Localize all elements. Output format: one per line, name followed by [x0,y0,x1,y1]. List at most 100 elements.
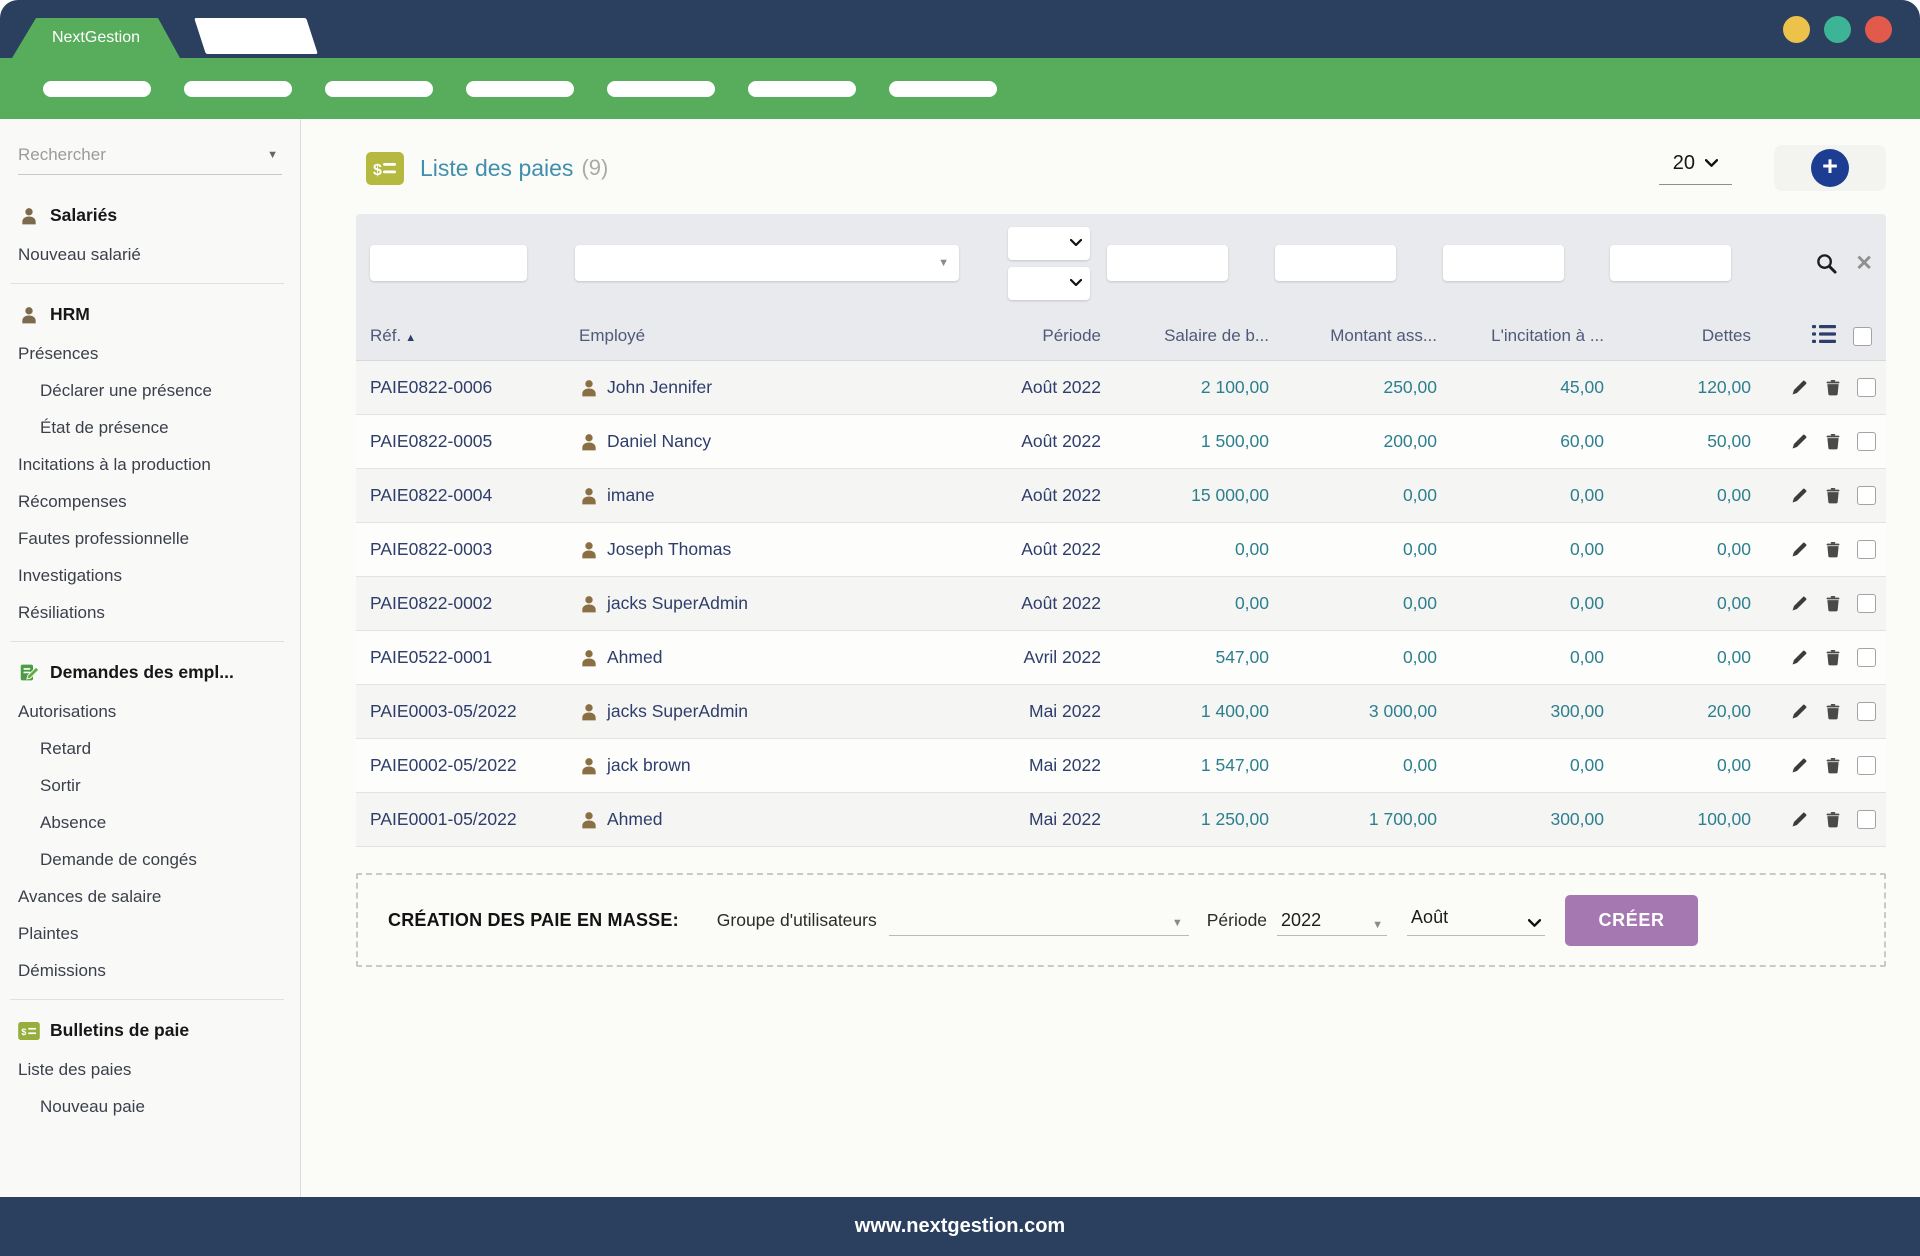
employee-cell[interactable]: Daniel Nancy [573,431,965,452]
delete-icon[interactable] [1824,594,1842,613]
edit-icon[interactable] [1790,756,1809,775]
sidebar-item-etat-de-presence[interactable]: État de présence [0,409,300,446]
employee-cell[interactable]: imane [573,485,965,506]
row-checkbox[interactable] [1857,702,1876,721]
create-button[interactable]: CRÉER [1565,894,1699,946]
nav-pill-4[interactable] [466,80,574,97]
delete-icon[interactable] [1824,810,1842,829]
sidebar-section-demandes-des-empl[interactable]: Demandes des empl... [0,652,300,693]
edit-icon[interactable] [1790,810,1809,829]
employee-cell[interactable]: jacks SuperAdmin [573,593,965,614]
row-checkbox[interactable] [1857,594,1876,613]
row-checkbox[interactable] [1857,756,1876,775]
payroll-ref[interactable]: PAIE0822-0004 [356,485,573,506]
filter-insurance-input[interactable] [1275,245,1396,281]
column-header-period[interactable]: Période [965,326,1107,346]
sidebar-item-nouveau-salarie[interactable]: Nouveau salarié [0,236,300,273]
employee-cell[interactable]: jack brown [573,755,965,776]
row-checkbox[interactable] [1857,810,1876,829]
select-all-checkbox[interactable] [1853,326,1872,346]
payroll-ref[interactable]: PAIE0002-05/2022 [356,755,573,776]
edit-icon[interactable] [1790,648,1809,667]
filter-incentive-input[interactable] [1443,245,1564,281]
row-checkbox[interactable] [1857,432,1876,451]
sidebar-item-plaintes[interactable]: Plaintes [0,915,300,952]
column-header-ref[interactable]: Réf. ▲ [356,326,573,346]
window-dot-teal[interactable] [1824,16,1851,43]
filter-salary-input[interactable] [1107,245,1228,281]
nav-pill-7[interactable] [889,80,997,97]
edit-icon[interactable] [1790,378,1809,397]
column-header-debts[interactable]: Dettes [1610,326,1757,346]
nav-pill-6[interactable] [748,80,856,97]
sidebar-item-nouveau-paie[interactable]: Nouveau paie [0,1088,300,1125]
add-payroll-button[interactable]: + [1811,149,1849,187]
column-header-insurance[interactable]: Montant ass... [1275,326,1443,346]
payroll-ref[interactable]: PAIE0822-0006 [356,377,573,398]
chevron-down-icon[interactable]: ▼ [267,149,282,161]
column-header-employee[interactable]: Employé [573,326,965,346]
row-checkbox[interactable] [1857,486,1876,505]
sidebar-item-investigations[interactable]: Investigations [0,557,300,594]
delete-icon[interactable] [1824,702,1842,721]
blank-tab[interactable] [194,18,318,54]
delete-icon[interactable] [1824,756,1842,775]
edit-icon[interactable] [1790,432,1809,451]
column-header-incentive[interactable]: L'incitation à ... [1443,326,1610,346]
sidebar-item-resiliations[interactable]: Résiliations [0,594,300,631]
payroll-ref[interactable]: PAIE0003-05/2022 [356,701,573,722]
sidebar-item-liste-des-paies[interactable]: Liste des paies [0,1051,300,1088]
delete-icon[interactable] [1824,540,1842,559]
employee-cell[interactable]: Ahmed [573,647,965,668]
edit-icon[interactable] [1790,540,1809,559]
payroll-ref[interactable]: PAIE0001-05/2022 [356,809,573,830]
filter-ref-input[interactable] [370,245,527,281]
delete-icon[interactable] [1824,378,1842,397]
delete-icon[interactable] [1824,432,1842,451]
filter-period-month-select[interactable] [1008,226,1090,260]
sidebar-item-fautes-professionnelle[interactable]: Fautes professionnelle [0,520,300,557]
edit-icon[interactable] [1790,486,1809,505]
nav-pill-5[interactable] [607,80,715,97]
window-dot-yellow[interactable] [1783,16,1810,43]
sidebar-item-incitations-a-la-production[interactable]: Incitations à la production [0,446,300,483]
year-select[interactable]: 2022 ▼ [1277,904,1388,936]
sidebar-item-demissions[interactable]: Démissions [0,952,300,989]
sidebar-item-presences[interactable]: Présences [0,335,300,372]
sidebar-item-autorisations[interactable]: Autorisations [0,693,300,730]
employee-cell[interactable]: jacks SuperAdmin [573,701,965,722]
payroll-ref[interactable]: PAIE0822-0005 [356,431,573,452]
row-checkbox[interactable] [1857,378,1876,397]
search-icon[interactable] [1815,252,1838,275]
payroll-ref[interactable]: PAIE0822-0003 [356,539,573,560]
sidebar-section-salaries[interactable]: Salariés [0,195,300,236]
filter-debts-input[interactable] [1610,245,1731,281]
search-input[interactable] [18,144,268,165]
row-checkbox[interactable] [1857,648,1876,667]
edit-icon[interactable] [1790,594,1809,613]
delete-icon[interactable] [1824,648,1842,667]
sidebar-section-hrm[interactable]: HRM [0,294,300,335]
list-view-icon[interactable] [1812,324,1836,349]
brand-tab[interactable]: NextGestion [12,18,180,58]
sidebar-item-demande-de-conges[interactable]: Demande de congés [0,841,300,878]
nav-pill-3[interactable] [325,80,433,97]
sidebar-item-retard[interactable]: Retard [0,730,300,767]
sidebar-item-recompenses[interactable]: Récompenses [0,483,300,520]
sidebar-item-declarer-une-presence[interactable]: Déclarer une présence [0,372,300,409]
sidebar-item-avances-de-salaire[interactable]: Avances de salaire [0,878,300,915]
filter-period-year-select[interactable] [1008,266,1090,300]
group-select[interactable]: ▼ [888,904,1189,936]
employee-cell[interactable]: John Jennifer [573,377,965,398]
nav-pill-1[interactable] [43,80,151,97]
month-select[interactable]: Août [1407,904,1546,936]
window-dot-red[interactable] [1865,16,1892,43]
edit-icon[interactable] [1790,702,1809,721]
filter-employee-select[interactable]: ▼ [575,245,959,281]
employee-cell[interactable]: Ahmed [573,809,965,830]
column-header-salary[interactable]: Salaire de b... [1107,326,1275,346]
row-checkbox[interactable] [1857,540,1876,559]
page-size-select[interactable]: 20 [1658,152,1732,185]
sidebar-section-bulletins-de-paie[interactable]: $ Bulletins de paie [0,1010,300,1051]
nav-pill-2[interactable] [184,80,292,97]
